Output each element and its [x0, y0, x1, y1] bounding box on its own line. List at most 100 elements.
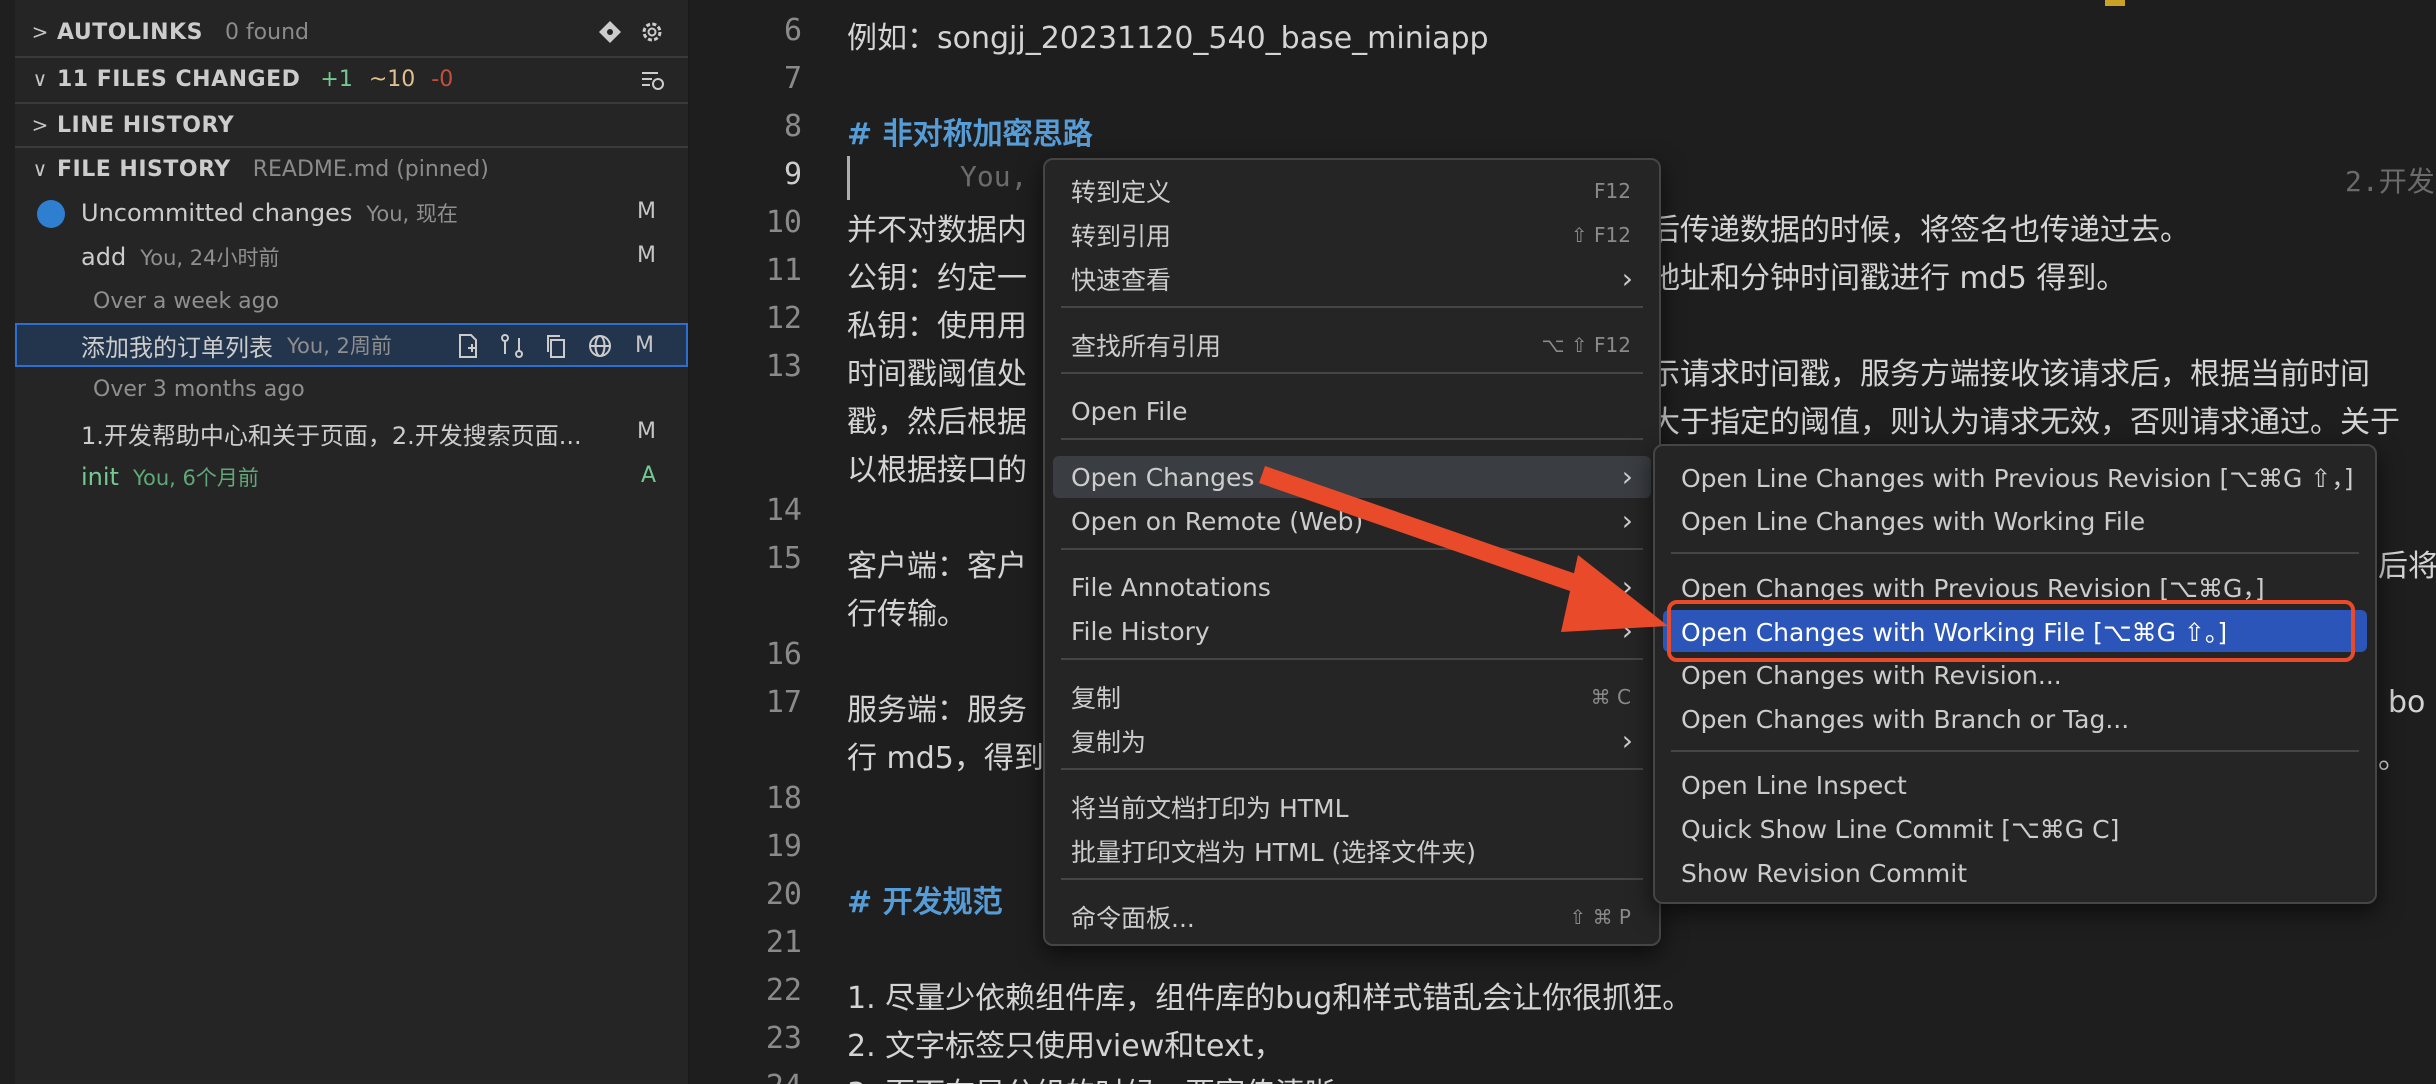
diamond-icon[interactable] [596, 18, 624, 46]
gitlens-sidebar: > AUTOLINKS 0 found ∨ 11 FILES CHANGED +… [0, 0, 690, 1084]
line-number: 23 [765, 1021, 802, 1056]
menu-item-command-palette[interactable]: 命令面板... ⇧ ⌘ P [1053, 896, 1651, 938]
menu-item-line-changes-previous[interactable]: Open Line Changes with Previous Revision… [1663, 456, 2367, 498]
menu-item-copy[interactable]: 复制 ⌘ C [1053, 676, 1651, 718]
menu-item-file-annotations[interactable]: File Annotations › [1053, 566, 1651, 608]
chevron-right-icon: > [31, 113, 49, 137]
code-line: 私钥：使用用 [847, 309, 1027, 344]
commit-message: Uncommitted changes [81, 199, 353, 227]
code-line: 并不对数据内 [847, 213, 1027, 248]
code-line-wrap: 以根据接口的 [847, 453, 1027, 488]
chevron-right-icon: › [1621, 614, 1633, 647]
menu-separator [1061, 306, 1643, 308]
commit-meta: You, 24小时前 [140, 246, 280, 270]
code-line: 时间戳阈值处 [847, 357, 1027, 392]
history-item-add[interactable]: add You, 24小时前 M [15, 235, 688, 279]
copy-icon[interactable] [542, 332, 570, 360]
line-number: 15 [765, 541, 802, 576]
menu-item-go-to-definition[interactable]: 转到定义 F12 [1053, 170, 1651, 212]
open-changes-submenu: Open Line Changes with Previous Revision… [1653, 444, 2377, 904]
line-number: 13 [765, 349, 802, 384]
chevron-down-icon: ∨ [32, 157, 48, 181]
globe-icon[interactable] [586, 332, 614, 360]
gear-icon[interactable] [638, 18, 666, 46]
menu-separator [1061, 438, 1643, 440]
code-line-wrap: 行传输。 [847, 597, 967, 632]
status-badge: A [640, 463, 656, 488]
line-history-section-header[interactable]: > LINE HISTORY [15, 102, 688, 146]
code-line: 服务端：服务 [847, 693, 1027, 728]
status-badge: M [637, 243, 656, 268]
open-file-changes-icon[interactable] [454, 332, 482, 360]
history-group-3months: Over 3 months ago [15, 367, 688, 411]
line-number: 12 [765, 301, 802, 336]
menu-item-open-on-remote[interactable]: Open on Remote (Web) › [1053, 500, 1651, 542]
menu-separator [1061, 658, 1643, 660]
file-history-file: README.md (pinned) [252, 156, 489, 182]
menu-item-batch-print-html[interactable]: 批量打印文档为 HTML (选择文件夹) [1053, 830, 1651, 872]
code-line-wrap: 戳，然后根据 [847, 405, 1027, 440]
line-number: 11 [765, 253, 802, 288]
commit-message: init [81, 463, 119, 491]
compare-icon[interactable] [498, 332, 526, 360]
line-history-title: LINE HISTORY [57, 112, 235, 138]
uncommitted-icon [37, 200, 65, 228]
menu-separator [1061, 372, 1643, 374]
code-line-fragment: 地址和分钟时间戳进行 md5 得到。 [1650, 261, 2127, 296]
commit-meta: You, 2周前 [287, 334, 392, 358]
menu-item-go-to-references[interactable]: 转到引用 ⇧ F12 [1053, 214, 1651, 256]
code-line-fragment: 后传递数据的时候，将签名也传递过去。 [1650, 213, 2190, 248]
code-line: 公钥：约定一 [847, 261, 1027, 296]
deleted-count: -0 [431, 66, 454, 92]
modified-count: ~10 [368, 66, 416, 92]
commit-message: 添加我的订单列表 [81, 333, 273, 362]
menu-item-peek[interactable]: 快速查看 › [1053, 258, 1651, 300]
line-number: 10 [765, 205, 802, 240]
code-line: 客户端：客户 [847, 549, 1027, 584]
menu-item-line-changes-working[interactable]: Open Line Changes with Working File [1663, 500, 2367, 542]
menu-item-copy-as[interactable]: 复制为 › [1053, 720, 1651, 762]
code-line: 1. 尽量少依赖组件库，组件库的bug和样式错乱会让你很抓狂。 [847, 981, 1693, 1016]
history-item-orders[interactable]: 添加我的订单列表 You, 2周前 M [15, 323, 688, 367]
markdown-heading: # 非对称加密思路 [847, 117, 1093, 152]
autolinks-title: AUTOLINKS [57, 19, 203, 45]
history-item-uncommitted[interactable]: Uncommitted changes You, 现在 M [15, 191, 688, 235]
menu-item-open-changes[interactable]: Open Changes › [1053, 456, 1651, 498]
commit-message: add [81, 243, 127, 271]
commit-message: 1.开发帮助中心和关于页面，2.开发搜索页面... [81, 421, 582, 450]
chevron-right-icon: > [31, 20, 49, 44]
history-item-help-center[interactable]: 1.开发帮助中心和关于页面，2.开发搜索页面... M [15, 411, 688, 455]
code-line-fragment: bo [2388, 685, 2426, 720]
history-item-init[interactable]: init You, 6个月前 A [15, 455, 688, 499]
menu-item-show-revision-commit[interactable]: Show Revision Commit [1663, 852, 2367, 894]
chevron-right-icon: › [1621, 460, 1633, 493]
editor-context-menu: 转到定义 F12 转到引用 ⇧ F12 快速查看 › 查找所有引用 ⌥ ⇧ F12 Op… [1043, 158, 1661, 946]
group-label: Over 3 months ago [93, 376, 305, 402]
line-number: 8 [783, 109, 802, 144]
chevron-right-icon: › [1621, 504, 1633, 537]
menu-item-line-inspect[interactable]: Open Line Inspect [1663, 764, 2367, 806]
menu-item-file-history[interactable]: File History › [1053, 610, 1651, 652]
activity-bar-edge [0, 0, 15, 1084]
menu-separator [1671, 750, 2359, 752]
menu-item-open-file[interactable]: Open File [1053, 390, 1651, 432]
inline-blame-author: You, [960, 160, 1028, 193]
code-line-wrap: 行 md5，得到 [847, 741, 1044, 776]
menu-item-quick-show-commit[interactable]: Quick Show Line Commit [⌥⌘G C] [1663, 808, 2367, 850]
code-line: 3. 页面布局分组的时候，要宽传清晰 [847, 1069, 1335, 1084]
autolinks-section-header[interactable]: > AUTOLINKS 0 found [15, 10, 688, 54]
line-number: 21 [765, 925, 802, 960]
menu-separator [1061, 878, 1643, 880]
menu-item-print-html[interactable]: 将当前文档打印为 HTML [1053, 786, 1651, 828]
files-changed-section-header[interactable]: ∨ 11 FILES CHANGED +1 ~10 -0 [15, 56, 688, 100]
file-history-section-header[interactable]: ∨ FILE HISTORY README.md (pinned) [15, 146, 688, 190]
menu-item-changes-branch-tag[interactable]: Open Changes with Branch or Tag... [1663, 698, 2367, 740]
line-number: 20 [765, 877, 802, 912]
chevron-right-icon: › [1621, 262, 1633, 295]
menu-item-find-all-references[interactable]: 查找所有引用 ⌥ ⇧ F12 [1053, 324, 1651, 366]
menu-separator [1671, 552, 2359, 554]
list-tree-icon[interactable] [638, 66, 666, 94]
status-badge: M [635, 333, 654, 358]
history-group-week: Over a week ago [15, 279, 688, 323]
chevron-right-icon: › [1621, 570, 1633, 603]
